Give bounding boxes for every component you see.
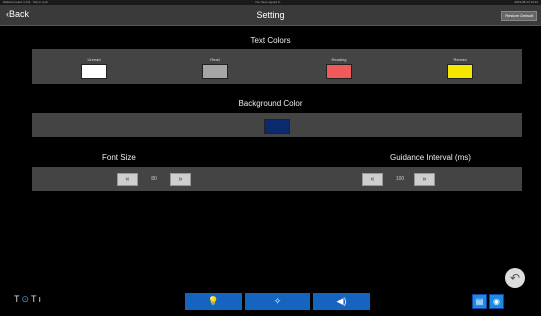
text-colors-panel: Unread Read Reading Reread: [32, 49, 522, 84]
text-colors-title: Text Colors: [250, 36, 291, 45]
app-logo: T⊙Tı: [14, 294, 43, 305]
logo-mark: ⊙: [21, 294, 32, 304]
page-title: Setting: [256, 10, 285, 20]
reread-label: Reread: [453, 57, 467, 62]
size-interval-panel: « 80 » « 100 »: [32, 167, 522, 191]
logo-text-left: T: [14, 294, 22, 304]
reading-color-swatch[interactable]: [326, 64, 352, 79]
background-color-swatch[interactable]: [264, 119, 290, 134]
font-size-decrease-button[interactable]: «: [117, 173, 138, 186]
pointer-icon[interactable]: ✧: [245, 293, 310, 310]
reread-color-swatch[interactable]: [447, 64, 473, 79]
font-size-increase-button[interactable]: »: [170, 173, 191, 186]
font-size-title: Font Size: [102, 153, 136, 162]
unread-label: Unread: [87, 57, 101, 62]
camera-icon[interactable]: ◉: [489, 294, 504, 309]
guidance-interval-increase-button[interactable]: »: [414, 173, 435, 186]
guidance-interval-title: Guidance Interval (ms): [390, 153, 471, 162]
logo-text-right: Tı: [31, 294, 44, 304]
background-color-panel: [32, 113, 522, 137]
guidance-interval-value: 100: [395, 176, 405, 182]
restore-default-button[interactable]: Restore Default: [501, 11, 537, 21]
guidance-interval-decrease-button[interactable]: «: [362, 173, 383, 186]
slideshow-icon[interactable]: ▤: [472, 294, 487, 309]
undo-icon[interactable]: ↶: [505, 268, 525, 288]
header-bar: ‹Back Setting Restore Default: [0, 5, 541, 26]
read-color-swatch[interactable]: [202, 64, 228, 79]
read-label: Read: [210, 57, 220, 62]
speaker-icon[interactable]: ◀): [313, 293, 370, 310]
background-color-title: Background Color: [238, 99, 303, 108]
reading-label: Reading: [331, 57, 347, 62]
font-size-value: 80: [151, 176, 157, 182]
lightbulb-icon[interactable]: 💡: [185, 293, 242, 310]
unread-color-swatch[interactable]: [81, 64, 107, 79]
